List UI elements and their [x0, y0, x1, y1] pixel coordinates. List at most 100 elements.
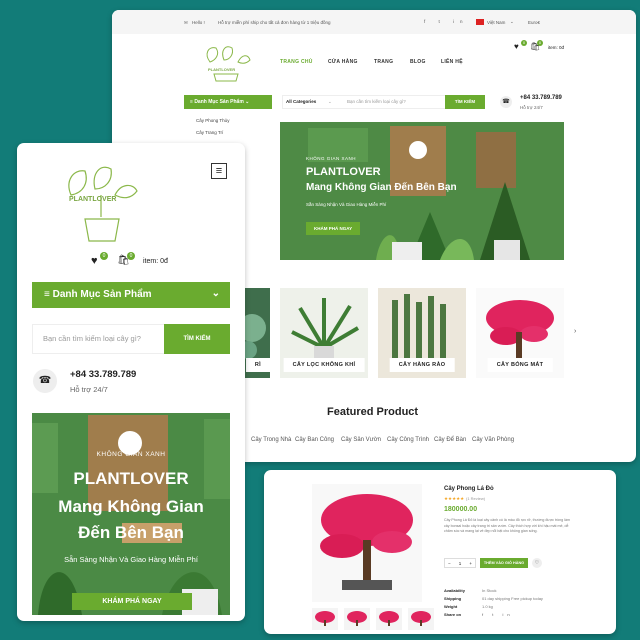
hero-kicker: KHÔNG GIAN XANH: [96, 451, 166, 458]
hero-banner: KHÔNG GIAN XANH PLANTLOVER Mang Không Gi…: [32, 413, 230, 615]
nav-contact[interactable]: LIÊN HỆ: [441, 59, 463, 65]
heart-icon[interactable]: ♥: [91, 255, 98, 267]
nav-pages[interactable]: TRANG: [374, 59, 393, 65]
product-thumbnail[interactable]: [344, 608, 370, 630]
support-text: Hỗ trợ 24/7: [520, 105, 543, 110]
product-image[interactable]: [312, 484, 422, 602]
category-button[interactable]: ≡ Danh Mục Sản Phẩm ⌄: [32, 282, 230, 308]
category-button-label: Danh Mục Sản Phẩm: [194, 99, 244, 105]
currency-select[interactable]: Euro€: [528, 20, 540, 25]
meta-value: 01 day shipping Free pickup today: [482, 596, 543, 601]
language-select[interactable]: Việt Nam: [487, 20, 505, 25]
phone-icon: ☎: [500, 96, 512, 108]
chevron-down-icon: ⌄: [328, 99, 332, 104]
hero-title: PLANTLOVER: [306, 166, 381, 178]
phone-number[interactable]: +84 33.789.789: [70, 369, 136, 380]
phone-icon: ☎: [33, 369, 57, 393]
hero-subtitle-line2: Đến Bên Bạn: [78, 523, 184, 542]
category-button-label: Danh Mục Sản Phẩm: [52, 289, 152, 300]
meta-label: Availability: [444, 588, 465, 593]
top-bar: ✉ Hello ! Hỗ trợ miễn phí ship cho tất c…: [112, 10, 636, 34]
phone-number[interactable]: +84 33.789.789: [520, 95, 562, 101]
share-icons[interactable]: f t in: [482, 612, 514, 617]
category-tile[interactable]: CÂY LỌC KHÔNG KHÍ: [280, 288, 368, 378]
cart-count: 0: [127, 252, 135, 260]
add-to-cart-button[interactable]: THÊM VÀO GIỎ HÀNG: [480, 558, 528, 568]
logo-text: PLANTLOVER: [208, 67, 236, 72]
tab-desk[interactable]: Cây Để Bàn: [434, 437, 466, 443]
tab-balcony[interactable]: Cây Ban Công: [295, 437, 334, 443]
hero-tagline: Sẵn Sàng Nhận Và Giao Hàng Miễn Phí: [306, 202, 387, 207]
tab-garden[interactable]: Cây Sân Vườn: [341, 437, 381, 443]
cart-count: 0: [537, 40, 543, 46]
chevron-right-icon[interactable]: ›: [574, 328, 576, 335]
chevron-down-icon: ⌄: [243, 99, 250, 105]
red-bonsai-image: [312, 484, 422, 602]
product-name: Cây Phong Lá Đỏ: [444, 486, 494, 492]
nav-blog[interactable]: BLOG: [410, 59, 426, 65]
support-text: Hỗ trợ 24/7: [70, 385, 108, 394]
category-label: CÂY LỌC KHÔNG KHÍ: [283, 358, 365, 372]
tab-indoor[interactable]: Cây Trong Nhà: [251, 437, 291, 443]
flag-icon: [476, 19, 484, 25]
cart-total: item: 0đ: [143, 258, 168, 265]
greeting-text: Hello !: [192, 20, 205, 25]
product-thumbnail[interactable]: [376, 608, 402, 630]
nav-shop[interactable]: CỬA HÀNG: [328, 59, 358, 65]
quantity-stepper[interactable]: − 1 +: [444, 558, 476, 568]
mail-icon: ✉: [184, 20, 188, 25]
mobile-screenshot: PLANTLOVER ≡ ♥ 0 🛍 0 item: 0đ ≡ Danh Mục…: [17, 143, 245, 621]
tab-office[interactable]: Cây Văn Phòng: [472, 437, 514, 443]
wishlist-count: 0: [100, 252, 108, 260]
hero-kicker: KHÔNG GIAN XANH: [306, 156, 357, 161]
hero-tagline: Sẵn Sàng Nhận Và Giao Hàng Miễn Phí: [64, 555, 198, 564]
product-description: Cây Phong Lá Đỏ là loại cây cảnh có lá m…: [444, 518, 570, 533]
search-button[interactable]: TÌM KIẾM: [445, 95, 485, 109]
product-thumbnail[interactable]: [312, 608, 338, 630]
hero-title: PLANTLOVER: [73, 469, 189, 488]
logo[interactable]: [196, 40, 256, 82]
review-count[interactable]: (1 Review): [466, 496, 485, 501]
hero-banner: KHÔNG GIAN XANH PLANTLOVER Mang Không Gi…: [280, 122, 564, 260]
product-thumbnail[interactable]: [408, 608, 434, 630]
plant-logo-icon: [206, 46, 251, 82]
featured-title: Featured Product: [327, 406, 419, 418]
meta-label: Shipping: [444, 596, 462, 601]
category-menu-item[interactable]: Cây Trang Trí: [196, 130, 223, 135]
nav-home[interactable]: TRANG CHỦ: [280, 59, 313, 65]
search-input[interactable]: Bạn cần tìm kiếm loại cây gì?: [347, 99, 406, 104]
hamburger-menu-icon[interactable]: ≡: [211, 163, 227, 179]
category-tile[interactable]: CÂY HÀNG RÀO: [378, 288, 466, 378]
category-label: CÂY HÀNG RÀO: [389, 358, 455, 372]
cart-total: item: 0đ: [548, 45, 565, 50]
chevron-down-icon: ⌄: [211, 288, 220, 299]
search-button[interactable]: TÌM KIẾM: [164, 324, 230, 354]
tab-construction[interactable]: Cây Công Trình: [387, 437, 429, 443]
logo-text: PLANTLOVER: [69, 196, 117, 203]
meta-value: In Stock: [482, 588, 497, 593]
chevron-down-icon: ⌄: [510, 19, 514, 24]
plus-icon[interactable]: +: [469, 561, 472, 566]
heart-icon[interactable]: ♡: [532, 558, 542, 568]
category-label: RÌ: [245, 358, 270, 372]
star-rating-icon: ★★★★★: [444, 496, 465, 501]
category-tile[interactable]: CÂY BÓNG MÁT: [476, 288, 564, 378]
meta-label: Share on: [444, 612, 462, 617]
promo-text: Hỗ trợ miễn phí ship cho tất cả đơn hàng…: [218, 20, 331, 25]
category-menu-item[interactable]: Cây Phong Thủy: [196, 118, 229, 123]
hero-cta-button[interactable]: KHÁM PHÁ NGAY: [72, 593, 192, 610]
category-select[interactable]: All Categories: [286, 99, 316, 104]
menu-icon: ≡: [44, 289, 53, 300]
heart-icon[interactable]: ♥: [514, 42, 519, 51]
minus-icon[interactable]: −: [448, 561, 451, 566]
search-input[interactable]: Bạn cần tìm kiếm loại cây gì?: [43, 334, 141, 343]
quantity-value[interactable]: 1: [459, 561, 462, 566]
wishlist-count: 0: [521, 40, 527, 46]
product-screenshot: Cây Phong Lá Đỏ ★★★★★ (1 Review) 180000.…: [264, 470, 616, 634]
hero-cta-button[interactable]: KHÁM PHÁ NGAY: [306, 222, 361, 235]
meta-value: 1.0 kg: [482, 604, 493, 609]
category-button[interactable]: ≡ Danh Mục Sản Phẩm ⌄: [184, 95, 272, 109]
product-price: 180000.00: [444, 506, 478, 513]
hero-subtitle-line1: Mang Không Gian: [58, 497, 204, 516]
category-label: CÂY BÓNG MÁT: [487, 358, 553, 372]
